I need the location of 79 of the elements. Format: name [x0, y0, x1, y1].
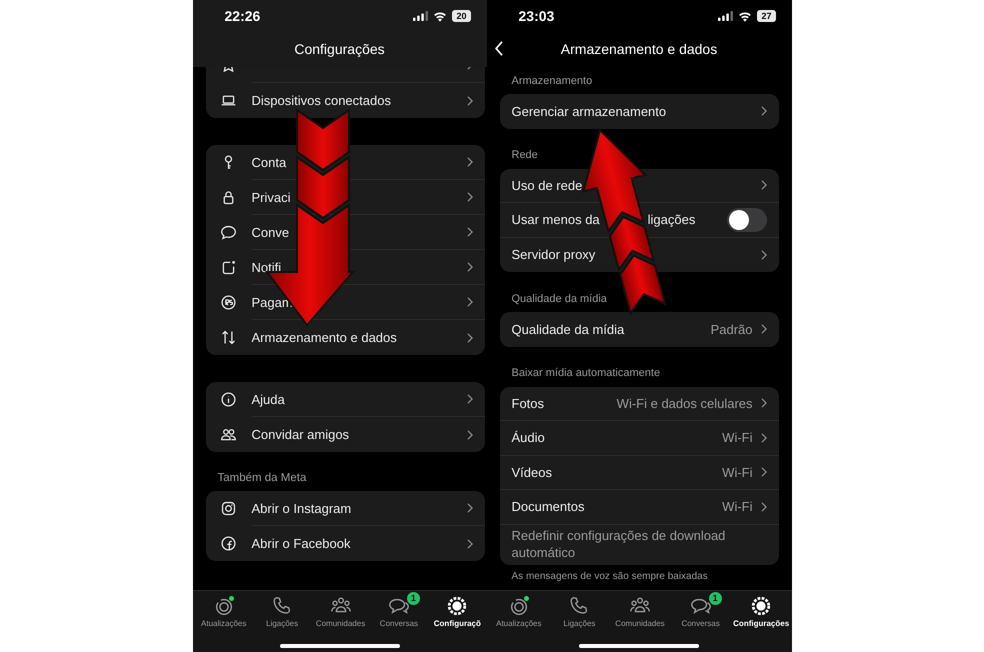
reset-link[interactable]: Redefinir configurações de download automático [500, 524, 778, 564]
wifi-icon [738, 10, 752, 22]
row-label: Conta [252, 154, 286, 170]
unread-count: 1 [406, 592, 420, 605]
row-value: Wi-Fi [722, 430, 752, 446]
tab-bar-item[interactable]: Configuraçõ [428, 595, 486, 628]
row-label: Servidor proxy [512, 247, 596, 262]
row-label: Convidar amigos [252, 427, 350, 442]
settings-row[interactable]: Armazenamento e dados [206, 320, 484, 355]
row-value: Padrão [710, 322, 752, 337]
row-label: Abrir o Facebook [252, 536, 350, 551]
signal-icon [413, 11, 428, 21]
section-header: Armazenamento [510, 74, 594, 88]
tab-bar-item[interactable]: 1 Conversas [370, 595, 428, 628]
status-time: 22:26 [224, 8, 260, 24]
settings-row[interactable]: Dispositivos conectados [206, 83, 484, 118]
row-label: ligações [648, 212, 696, 228]
toggle-switch[interactable] [726, 208, 766, 232]
row-label: Usar menos da [512, 212, 600, 228]
row-label: Armazenamento e dados [252, 330, 397, 345]
row-label: Privaci [252, 190, 291, 204]
row-label: Fotos [512, 396, 544, 411]
settings-row[interactable]: Servidor proxy [500, 238, 778, 272]
footnote: As mensagens de voz são sempre baixadas [510, 570, 709, 582]
row-value: Wi-Fi [722, 499, 752, 514]
settings-row[interactable]: Documentos Wi-Fi [500, 490, 778, 524]
unread-dot [524, 596, 529, 601]
row-value: Wi-Fi e dados celulares [616, 396, 752, 411]
row-label: Dispositivos conectados [252, 93, 391, 108]
row-label: Áudio [512, 430, 545, 446]
facebook-icon [220, 535, 236, 552]
tab-bar-item[interactable]: Comunidades [311, 595, 370, 628]
info-icon [220, 391, 236, 408]
tab-bar-item[interactable]: Atualizações [488, 595, 550, 628]
screen-title: Configurações [294, 40, 385, 56]
settings-row[interactable]: Ajuda [206, 382, 484, 417]
chat-bubble-icon [220, 224, 236, 241]
settings-row[interactable]: Gerenciar armazenamento [500, 94, 778, 128]
row-label: Vídeos [512, 464, 552, 480]
row-label: Abrir o Instagram [252, 500, 352, 516]
section-header: Rede [510, 148, 539, 163]
gear-icon [750, 595, 772, 617]
battery-level: 27 [757, 10, 776, 22]
settings-row[interactable]: Qualidade da mídia Padrão [500, 312, 778, 346]
screen-title: Armazenamento e dados [560, 40, 718, 56]
signal-icon [718, 11, 734, 21]
settings-row[interactable]: Abrir o Instagram [206, 491, 484, 526]
section-header: Baixar mídia automaticamente [510, 366, 662, 381]
settings-row[interactable]: Vídeos Wi-Fi [500, 456, 778, 490]
unread-dot [228, 596, 234, 601]
tab-bar-item[interactable]: Atualizações [194, 595, 253, 628]
tab-bar-item[interactable]: Comunidades [610, 595, 670, 628]
row-label: Uso de rede [512, 178, 582, 193]
row-label: Ajuda [252, 392, 285, 406]
settings-row[interactable]: Áudio Wi-Fi [500, 421, 778, 456]
row-label: Gerenciar armazenamento [512, 104, 666, 119]
coin-icon [220, 294, 236, 311]
settings-row[interactable]: Convidar amigos [206, 417, 484, 452]
status-time: 23:03 [518, 8, 554, 24]
gear-icon [446, 595, 468, 617]
row-label: Conve [252, 224, 290, 240]
row-label: Qualidade da mídia [512, 322, 624, 337]
camera-icon [220, 500, 236, 517]
battery-level: 20 [452, 10, 470, 22]
tab-bar-item[interactable]: Ligações [252, 595, 312, 628]
up-down-arrows-icon [220, 329, 236, 346]
tab-bar-item[interactable]: Ligações [549, 595, 610, 628]
row-value: Wi-Fi [722, 464, 752, 480]
section-header: Também da Meta [216, 471, 308, 486]
back-icon[interactable] [494, 41, 504, 56]
people-icon [220, 426, 236, 443]
settings-row[interactable]: Abrir o Facebook [206, 526, 484, 561]
row-label: Documentos [512, 499, 584, 514]
section-header: Qualidade da mídia [510, 292, 608, 306]
settings-row[interactable]: Fotos Wi-Fi e dados celulares [500, 386, 778, 421]
unread-count: 1 [708, 592, 722, 605]
tab-bar-item[interactable]: 1 Conversas [670, 595, 731, 628]
wifi-icon [433, 10, 448, 22]
tab-bar-item[interactable]: Configurações [730, 595, 792, 628]
